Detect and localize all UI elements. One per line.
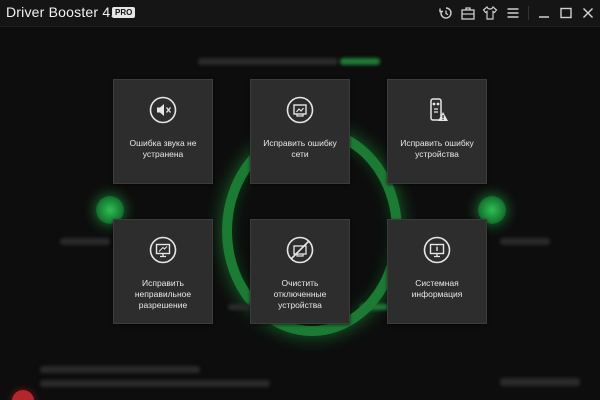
title-bar: Driver Booster 4.5 PRO (0, 0, 600, 27)
tile-label: Исправить ошибку устройства (400, 138, 474, 159)
background-blur-bar (40, 380, 270, 387)
speaker-muted-icon (149, 96, 177, 124)
background-blur-bar (500, 378, 580, 386)
tile-label: Системная информация (411, 278, 463, 299)
background-blur-bar (198, 58, 338, 65)
monitor-resolution-icon (149, 236, 177, 264)
tile-clean-devices[interactable]: Очистить отключенные устройства (250, 219, 350, 324)
tile-label: Исправить ошибку сети (263, 138, 337, 159)
device-disabled-icon (286, 236, 314, 264)
device-warning-icon (423, 96, 451, 124)
minimize-icon[interactable] (536, 5, 552, 21)
tile-sound-error[interactable]: Ошибка звука не устранена (113, 79, 213, 184)
toolbox-icon[interactable] (460, 5, 476, 21)
system-info-icon (423, 236, 451, 264)
toolbar-divider (528, 6, 529, 20)
menu-icon[interactable] (505, 5, 521, 21)
close-icon[interactable] (580, 5, 596, 21)
app-title: Driver Booster 4.5 (6, 4, 123, 20)
background-blur-green-bar (340, 58, 380, 65)
background-blur-bar (40, 366, 200, 373)
maximize-icon[interactable] (558, 5, 574, 21)
background-blur-bar (500, 238, 550, 245)
background-blur-bar (60, 238, 110, 245)
background-blur-green-bar (360, 304, 390, 310)
tile-resolution-fix[interactable]: Исправить неправильное разрешение (113, 219, 213, 324)
warning-dot (12, 390, 34, 400)
tile-label: Очистить отключенные устройства (273, 278, 327, 310)
tile-label: Ошибка звука не устранена (129, 138, 197, 159)
history-icon[interactable] (438, 5, 454, 21)
tile-label: Исправить неправильное разрешение (134, 278, 192, 310)
network-icon (286, 96, 314, 124)
tile-network-error[interactable]: Исправить ошибку сети (250, 79, 350, 184)
tile-device-error[interactable]: Исправить ошибку устройства (387, 79, 487, 184)
skin-icon[interactable] (482, 5, 498, 21)
pro-badge: PRO (112, 7, 136, 18)
tile-system-info[interactable]: Системная информация (387, 219, 487, 324)
